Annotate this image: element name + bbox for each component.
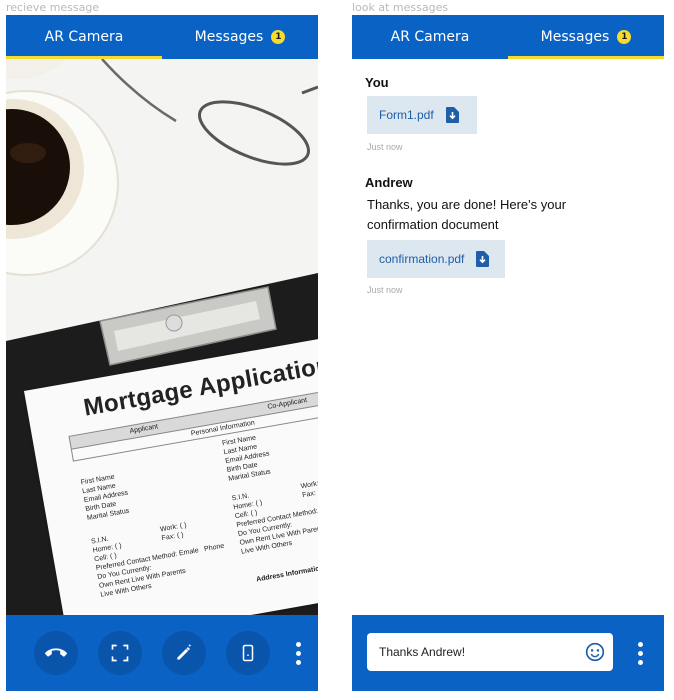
ar-camera-screen: AR Camera Messages 1 Mortgage Application bbox=[6, 15, 318, 691]
message-list: You Form1.pdf Just now Andrew Thanks, yo… bbox=[352, 59, 664, 615]
file-download-icon bbox=[476, 251, 490, 267]
co-applicant-fields: First Name Last Name Email Address Birth… bbox=[221, 432, 273, 484]
right-caption: look at messages bbox=[352, 1, 449, 14]
message-text: Thanks, you are done! Here's your confir… bbox=[367, 197, 567, 232]
tab-ar-camera-label: AR Camera bbox=[44, 29, 124, 45]
tab-ar-camera[interactable]: AR Camera bbox=[352, 15, 508, 59]
tab-bar: AR Camera Messages 1 bbox=[6, 15, 318, 59]
fullscreen-icon bbox=[111, 644, 129, 662]
cup-handle bbox=[6, 59, 66, 79]
tab-messages-label: Messages bbox=[540, 29, 610, 45]
more-options-button[interactable] bbox=[290, 638, 306, 668]
attachment-filename: Form1.pdf bbox=[379, 108, 434, 122]
glasses-lens bbox=[197, 100, 311, 166]
unread-badge: 1 bbox=[617, 30, 632, 44]
message-input-box bbox=[367, 633, 613, 671]
glasses-arm bbox=[101, 59, 177, 123]
left-caption: recieve message bbox=[6, 1, 100, 14]
file-download-icon bbox=[445, 107, 459, 123]
clip-rivet bbox=[165, 314, 183, 332]
draw-icon bbox=[177, 643, 192, 660]
message-sender: You bbox=[365, 75, 389, 90]
message-timestamp: Just now bbox=[367, 142, 403, 152]
device-button[interactable] bbox=[226, 631, 270, 675]
tab-ar-camera[interactable]: AR Camera bbox=[6, 15, 162, 59]
coffee-shine bbox=[10, 143, 46, 163]
tab-ar-camera-label: AR Camera bbox=[390, 29, 470, 45]
messages-screen: AR Camera Messages 1 You Form1.pdf Just n… bbox=[352, 15, 664, 691]
tab-bar: AR Camera Messages 1 bbox=[352, 15, 664, 59]
camera-toolbar bbox=[6, 615, 318, 691]
applicant-header: Applicant bbox=[129, 423, 159, 436]
applicant-fields: First Name Last Name Email Address Birth… bbox=[80, 471, 132, 523]
hang-up-button[interactable] bbox=[34, 631, 78, 675]
co-applicant-work-fields: Work: ( ) Fax: ( ) bbox=[300, 478, 318, 500]
tab-messages[interactable]: Messages 1 bbox=[508, 15, 664, 59]
draw-button[interactable] bbox=[162, 631, 206, 675]
attachment-filename: confirmation.pdf bbox=[379, 252, 465, 266]
glasses-bridge bbox=[301, 85, 318, 95]
attachment-confirmation[interactable]: confirmation.pdf bbox=[367, 240, 505, 278]
fullscreen-button[interactable] bbox=[98, 631, 142, 675]
message-timestamp: Just now bbox=[367, 285, 403, 295]
camera-feed[interactable]: Mortgage Application Applicant Co-Applic… bbox=[6, 59, 318, 615]
tab-messages[interactable]: Messages 1 bbox=[162, 15, 318, 59]
message-composer bbox=[352, 615, 664, 691]
message-sender: Andrew bbox=[365, 175, 413, 190]
phone-option: Phone bbox=[203, 542, 225, 554]
hang-up-icon bbox=[45, 648, 67, 657]
emoji-icon[interactable] bbox=[585, 642, 605, 662]
attachment-form1[interactable]: Form1.pdf bbox=[367, 96, 477, 134]
more-options-button[interactable] bbox=[632, 638, 648, 668]
address-section-header: Address Information bbox=[255, 564, 318, 584]
message-input[interactable] bbox=[379, 645, 579, 659]
tab-messages-label: Messages bbox=[194, 29, 264, 45]
device-icon bbox=[242, 644, 254, 662]
unread-badge: 1 bbox=[271, 30, 286, 44]
